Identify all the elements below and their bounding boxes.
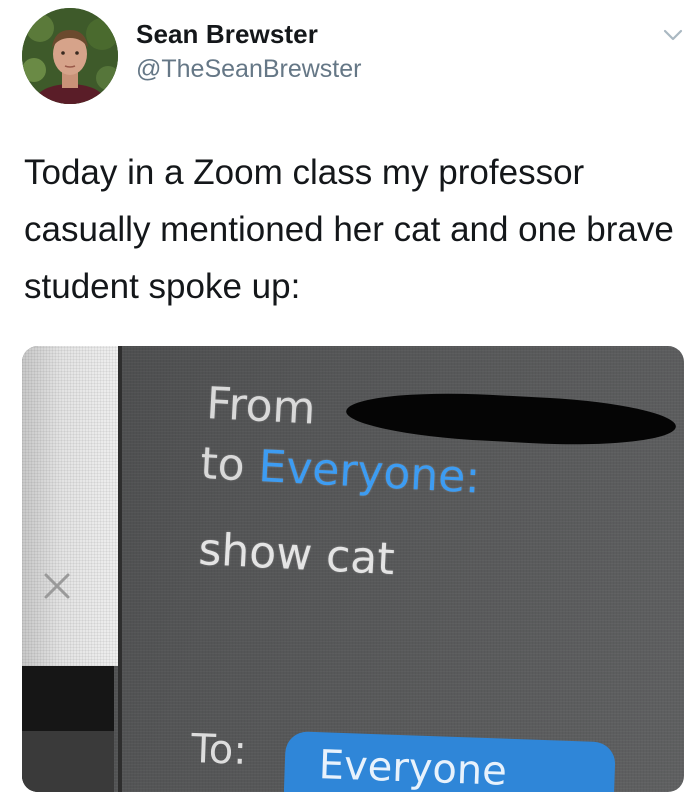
chat-from-label: From — [205, 377, 317, 435]
chat-to-recipient[interactable]: Everyone: — [257, 441, 481, 504]
author-handle[interactable]: @TheSeanBrewster — [136, 55, 361, 84]
author-display-name[interactable]: Sean Brewster — [136, 19, 318, 50]
zoom-side-panel — [22, 346, 120, 666]
recipient-dropdown[interactable]: Everyone — [283, 731, 616, 792]
composer-to-label: To: — [190, 726, 248, 774]
zoom-dark-strip — [22, 731, 114, 792]
panel-divider — [118, 346, 122, 792]
tweet-photo[interactable]: From to Everyone: show cat To: Everyone — [22, 346, 684, 792]
chevron-down-icon[interactable] — [660, 22, 686, 48]
tweet-text: Today in a Zoom class my professor casua… — [24, 153, 674, 306]
avatar-image — [22, 8, 118, 104]
recipient-dropdown-label: Everyone — [318, 742, 508, 792]
chat-to-prefix: to — [199, 437, 247, 492]
avatar[interactable] — [22, 8, 118, 104]
close-icon[interactable] — [40, 572, 74, 600]
chat-message: show cat — [197, 524, 396, 586]
